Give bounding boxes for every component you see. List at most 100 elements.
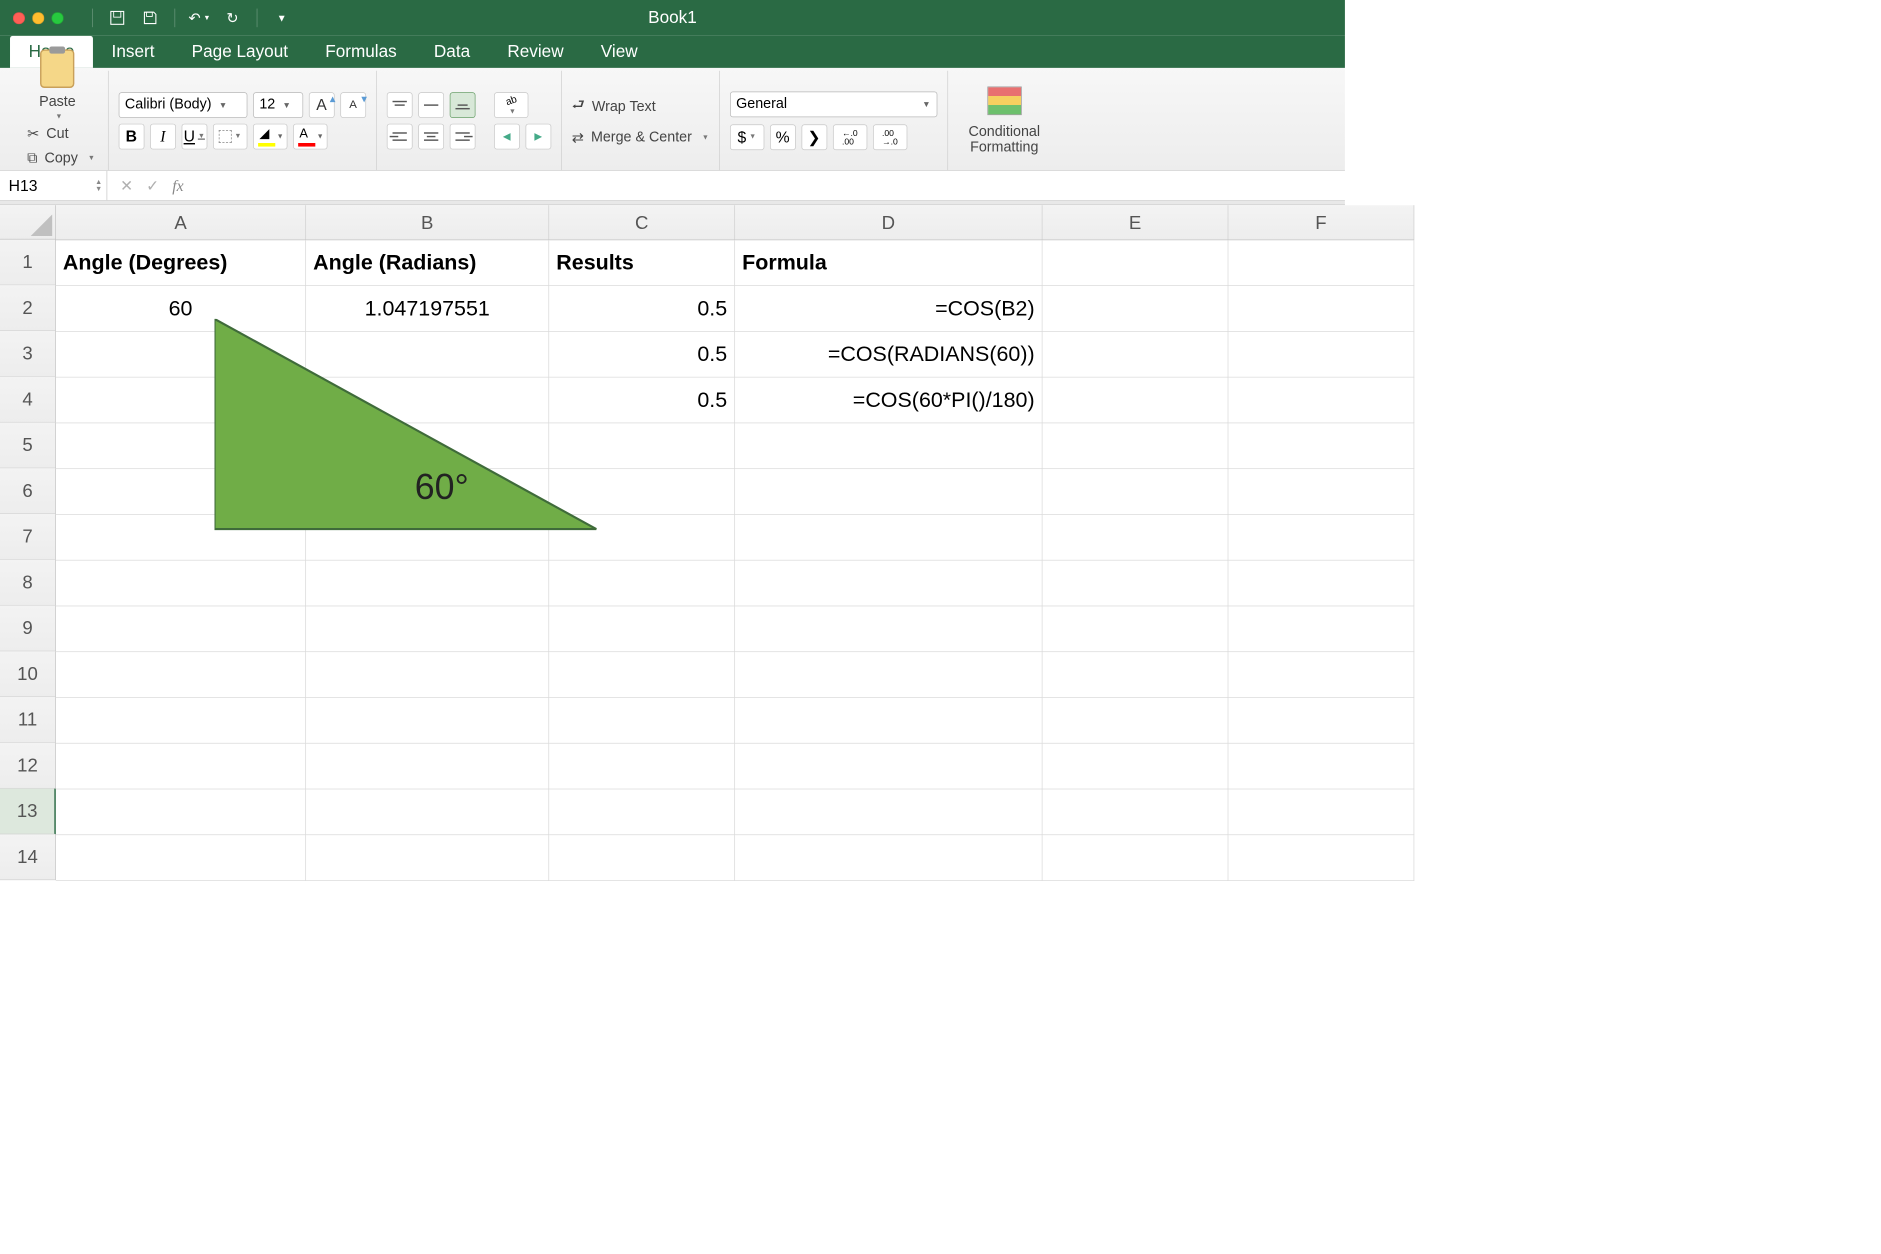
row-header-2[interactable]: 2 xyxy=(0,285,56,331)
cell-C10[interactable] xyxy=(549,652,735,698)
cell-F4[interactable] xyxy=(1228,378,1414,424)
autosave-icon[interactable] xyxy=(109,9,126,26)
conditional-formatting-icon[interactable] xyxy=(987,86,1021,115)
cell-C11[interactable] xyxy=(549,698,735,744)
cell-D7[interactable] xyxy=(735,515,1042,561)
cell-D5[interactable] xyxy=(735,423,1042,469)
underline-button[interactable]: U▼ xyxy=(181,123,207,149)
window-minimize-button[interactable] xyxy=(32,12,44,24)
row-header-11[interactable]: 11 xyxy=(0,697,56,743)
decrease-font-button[interactable]: A▾ xyxy=(340,92,366,118)
percent-button[interactable]: % xyxy=(770,124,796,150)
cancel-formula-button[interactable]: ✕ xyxy=(120,176,133,195)
currency-button[interactable]: $▼ xyxy=(730,124,764,150)
cell-F8[interactable] xyxy=(1228,561,1414,607)
row-header-5[interactable]: 5 xyxy=(0,423,56,469)
cell-A13[interactable] xyxy=(56,789,306,835)
cell-C1[interactable]: Results xyxy=(549,240,735,286)
copy-button[interactable]: ⧉Copy▼ xyxy=(27,150,98,166)
row-header-9[interactable]: 9 xyxy=(0,606,56,652)
window-zoom-button[interactable] xyxy=(51,12,63,24)
cell-F7[interactable] xyxy=(1228,515,1414,561)
name-box[interactable]: H13 ▲▼ xyxy=(0,171,107,200)
align-center-button[interactable] xyxy=(418,123,444,149)
align-right-button[interactable] xyxy=(450,123,476,149)
select-all-corner[interactable] xyxy=(0,205,56,239)
cell-E1[interactable] xyxy=(1042,240,1228,286)
column-header-B[interactable]: B xyxy=(306,205,549,239)
cell-D10[interactable] xyxy=(735,652,1042,698)
cell-F14[interactable] xyxy=(1228,835,1414,881)
number-format-select[interactable]: General▼ xyxy=(730,91,937,117)
cell-D2[interactable]: =COS(B2) xyxy=(735,286,1042,332)
triangle-shape[interactable]: 60° xyxy=(214,319,600,533)
cell-B10[interactable] xyxy=(306,652,549,698)
cell-E6[interactable] xyxy=(1042,469,1228,515)
decrease-decimal-button[interactable]: .00→.0 xyxy=(873,124,907,150)
undo-icon[interactable]: ↶ ▼ xyxy=(191,9,208,26)
cell-F11[interactable] xyxy=(1228,698,1414,744)
align-left-button[interactable] xyxy=(387,123,413,149)
cell-D13[interactable] xyxy=(735,789,1042,835)
font-size-select[interactable]: 12▼ xyxy=(253,92,303,118)
accept-formula-button[interactable]: ✓ xyxy=(146,176,159,195)
cell-D3[interactable]: =COS(RADIANS(60)) xyxy=(735,332,1042,378)
border-button[interactable]: ▼ xyxy=(213,123,247,149)
tab-insert[interactable]: Insert xyxy=(93,36,173,68)
row-header-13[interactable]: 13 xyxy=(0,789,56,835)
cell-D9[interactable] xyxy=(735,606,1042,652)
cell-E11[interactable] xyxy=(1042,698,1228,744)
cell-B8[interactable] xyxy=(306,561,549,607)
cell-A14[interactable] xyxy=(56,835,306,881)
row-header-1[interactable]: 1 xyxy=(0,240,56,286)
cell-B11[interactable] xyxy=(306,698,549,744)
cell-B14[interactable] xyxy=(306,835,549,881)
cell-A10[interactable] xyxy=(56,652,306,698)
paste-button[interactable]: Paste ▼ xyxy=(17,49,98,121)
cell-E7[interactable] xyxy=(1042,515,1228,561)
decrease-indent-button[interactable]: ◀ xyxy=(494,123,520,149)
cell-B12[interactable] xyxy=(306,744,549,790)
fx-icon[interactable]: fx xyxy=(172,176,183,195)
align-middle-button[interactable] xyxy=(418,92,444,118)
cell-D1[interactable]: Formula xyxy=(735,240,1042,286)
align-bottom-button[interactable] xyxy=(450,92,476,118)
conditional-formatting-button[interactable]: Conditional Formatting xyxy=(958,123,1051,154)
increase-font-button[interactable]: A▴ xyxy=(309,92,335,118)
wrap-text-button[interactable]: ⮐Wrap Text xyxy=(572,94,709,118)
row-header-6[interactable]: 6 xyxy=(0,468,56,514)
row-header-10[interactable]: 10 xyxy=(0,651,56,697)
cell-A8[interactable] xyxy=(56,561,306,607)
row-header-8[interactable]: 8 xyxy=(0,560,56,606)
cell-E3[interactable] xyxy=(1042,332,1228,378)
cell-C9[interactable] xyxy=(549,606,735,652)
column-header-E[interactable]: E xyxy=(1042,205,1228,239)
cell-D6[interactable] xyxy=(735,469,1042,515)
cell-F2[interactable] xyxy=(1228,286,1414,332)
orientation-button[interactable]: ab▼ xyxy=(494,92,528,118)
cell-D11[interactable] xyxy=(735,698,1042,744)
font-color-button[interactable]: A▼ xyxy=(293,123,327,149)
save-icon[interactable] xyxy=(142,9,159,26)
row-header-14[interactable]: 14 xyxy=(0,834,56,880)
align-top-button[interactable] xyxy=(387,92,413,118)
cell-E4[interactable] xyxy=(1042,378,1228,424)
cut-button[interactable]: ✂Cut xyxy=(27,125,98,143)
cell-B13[interactable] xyxy=(306,789,549,835)
cell-E5[interactable] xyxy=(1042,423,1228,469)
tab-formulas[interactable]: Formulas xyxy=(307,36,416,68)
column-header-F[interactable]: F xyxy=(1228,205,1414,239)
tab-view[interactable]: View xyxy=(582,36,656,68)
cell-D8[interactable] xyxy=(735,561,1042,607)
cell-E14[interactable] xyxy=(1042,835,1228,881)
cell-F5[interactable] xyxy=(1228,423,1414,469)
cell-A12[interactable] xyxy=(56,744,306,790)
qat-customize-icon[interactable]: ▼ xyxy=(273,9,290,26)
row-header-3[interactable]: 3 xyxy=(0,331,56,377)
row-header-12[interactable]: 12 xyxy=(0,743,56,789)
cell-F3[interactable] xyxy=(1228,332,1414,378)
cell-E10[interactable] xyxy=(1042,652,1228,698)
cell-F12[interactable] xyxy=(1228,744,1414,790)
window-close-button[interactable] xyxy=(13,12,25,24)
cell-F13[interactable] xyxy=(1228,789,1414,835)
